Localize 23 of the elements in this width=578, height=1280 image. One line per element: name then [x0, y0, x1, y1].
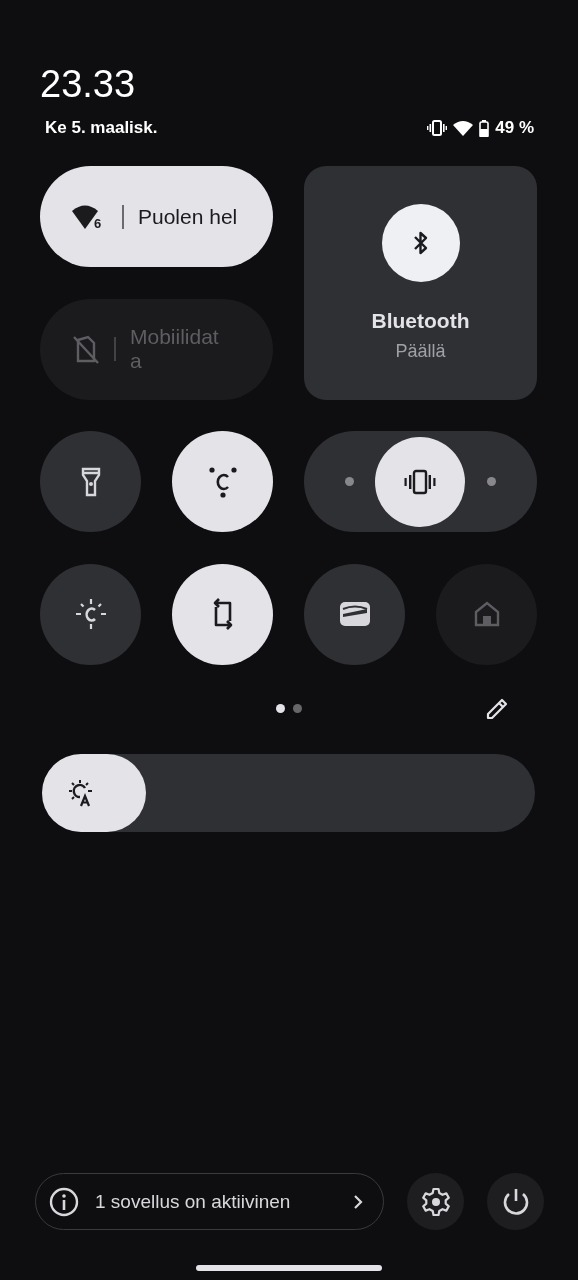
wifi-icon [453, 120, 474, 136]
settings-icon [420, 1186, 451, 1217]
wifi-tile[interactable]: 6 Puolen hel [40, 166, 273, 267]
c-dots-icon [207, 465, 238, 498]
home-icon [473, 601, 500, 627]
clock-time: 23.33 [40, 62, 137, 106]
pencil-icon [485, 696, 509, 721]
battery-icon [479, 119, 490, 137]
bluetooth-tile[interactable]: Bluetooth Päällä [304, 166, 537, 400]
bluetooth-icon [412, 229, 429, 256]
vibrate-icon [403, 468, 438, 495]
no-sim-icon [72, 334, 100, 364]
ringer-mode-dot[interactable] [344, 477, 354, 486]
active-apps-button[interactable]: 1 sovellus on aktiivinen [35, 1173, 384, 1230]
battery-percentage: 49 % [495, 118, 534, 138]
ringer-mode-dot[interactable] [487, 477, 497, 486]
chevron-right-icon [353, 1193, 363, 1210]
flashlight-icon [80, 466, 101, 497]
brightness-c-icon [74, 598, 107, 630]
info-icon [49, 1186, 79, 1217]
card-icon [339, 602, 370, 626]
vibrate-icon [427, 120, 448, 136]
date-text: Ke 5. maalisk. [45, 118, 158, 138]
